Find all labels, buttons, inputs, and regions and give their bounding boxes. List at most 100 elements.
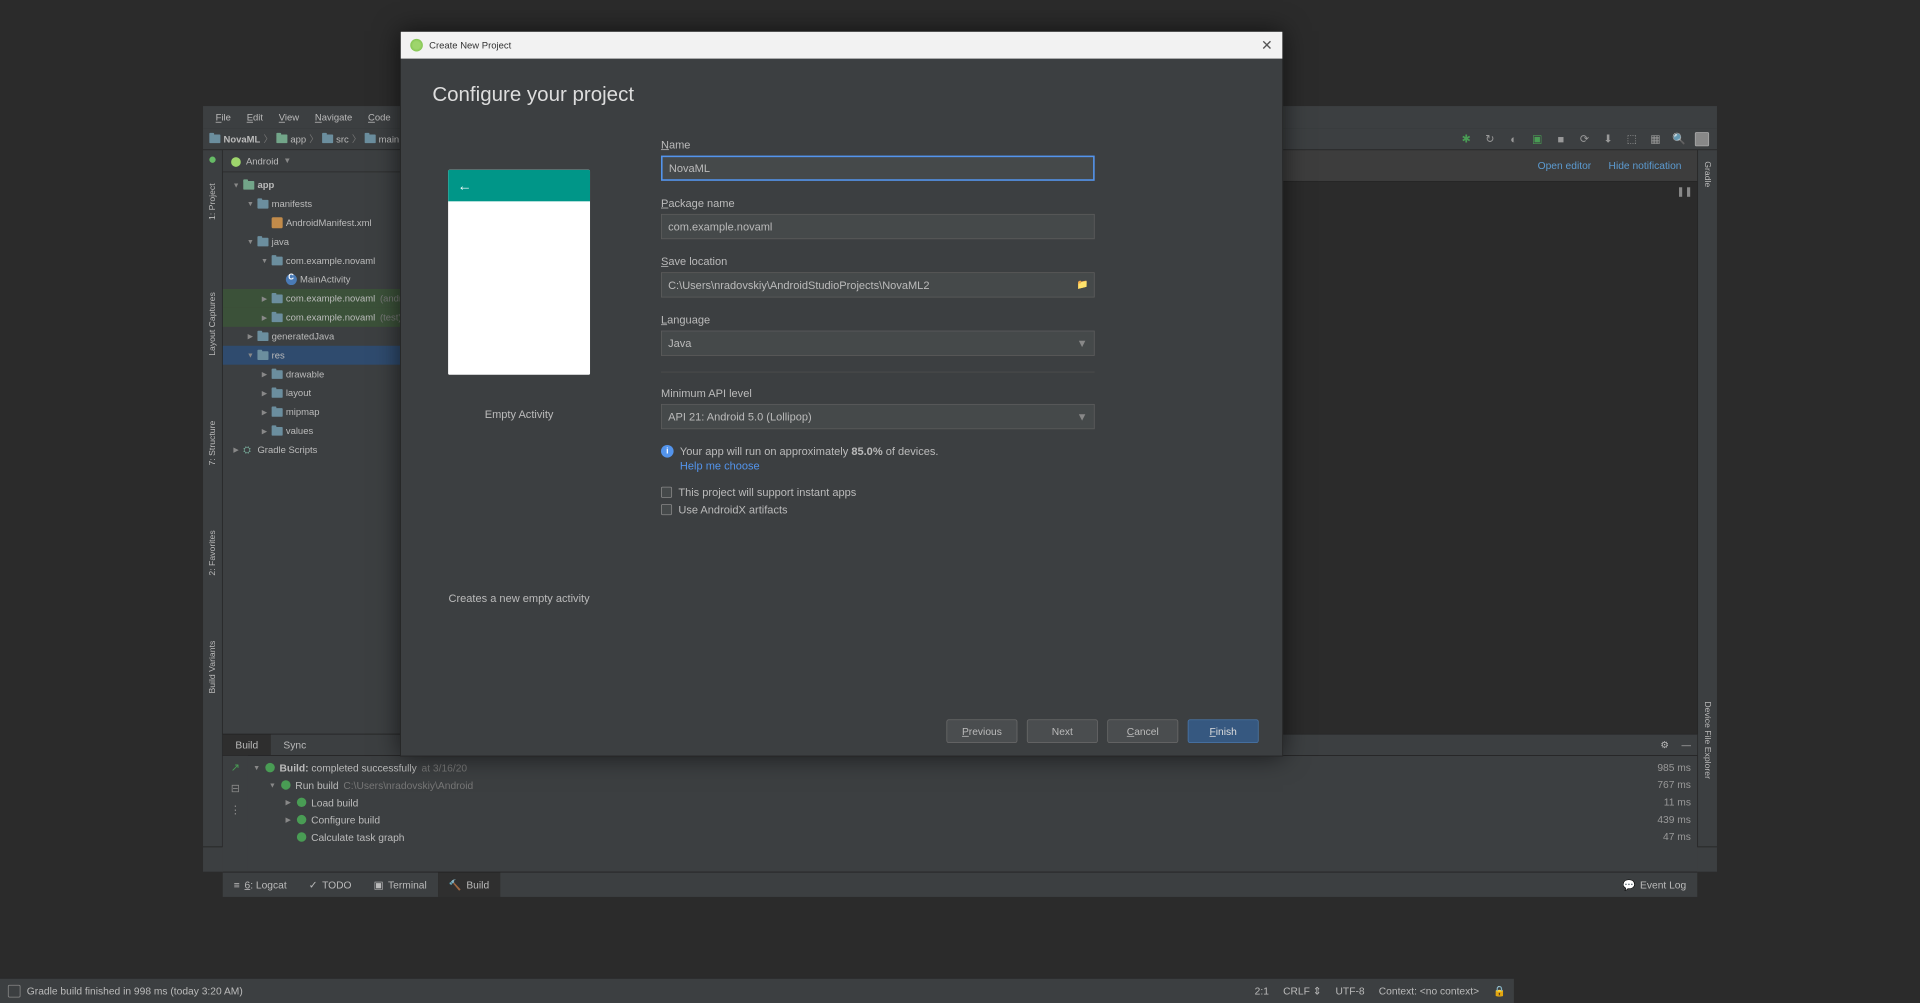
toolbar-actions: ✱ ↻ ◐ ▣ ■ ⟳ ⬇ ⬚ ▦ 🔍 bbox=[1458, 131, 1717, 147]
minimize-icon[interactable]: — bbox=[1675, 735, 1697, 756]
rerun-icon[interactable]: ↗ bbox=[231, 761, 240, 774]
dialog-heading: Configure your project bbox=[432, 82, 1250, 106]
module-icon bbox=[276, 134, 287, 143]
api-level-select[interactable]: API 21: Android 5.0 (Lollipop) ▼ bbox=[661, 404, 1095, 429]
bottom-tool-tabs: ≡6: Logcat ✓TODO ▣Terminal 🔨Build 💬Event… bbox=[223, 872, 1697, 897]
package-input[interactable] bbox=[661, 214, 1095, 239]
gradle-icon: ⛭ bbox=[243, 444, 254, 455]
left-tool-gutter: 1: Project Layout Captures 7: Structure … bbox=[203, 150, 223, 846]
project-view-label: Android bbox=[246, 155, 279, 166]
tab-project[interactable]: 1: Project bbox=[206, 179, 219, 225]
name-label: Name bbox=[661, 138, 1095, 151]
language-value: Java bbox=[668, 337, 691, 350]
save-location-input[interactable] bbox=[661, 272, 1095, 297]
build-output-row[interactable]: Load build bbox=[253, 794, 1638, 811]
build-tab-sync[interactable]: Sync bbox=[271, 735, 319, 756]
dialog-titlebar: Create New Project ✕ bbox=[401, 32, 1283, 59]
sdk-icon[interactable]: ⬇ bbox=[1600, 131, 1616, 147]
toolbar-icon[interactable]: ⟳ bbox=[1577, 131, 1593, 147]
instant-apps-checkbox[interactable]: This project will support instant apps bbox=[661, 486, 1095, 499]
toggle-icon[interactable]: ⊟ bbox=[231, 782, 240, 795]
browse-folder-icon[interactable]: 📁 bbox=[1077, 279, 1089, 290]
folder-icon bbox=[272, 256, 283, 265]
status-position[interactable]: 2:1 bbox=[1255, 984, 1269, 997]
build-output-row[interactable]: Configure build bbox=[253, 811, 1638, 828]
close-icon[interactable]: ✕ bbox=[1261, 37, 1273, 54]
toolbar-icon[interactable]: ⬚ bbox=[1624, 131, 1640, 147]
search-icon[interactable]: 🔍 bbox=[1671, 131, 1687, 147]
status-lock-icon[interactable]: 🔒 bbox=[1493, 984, 1506, 997]
status-dot-icon bbox=[209, 157, 215, 163]
gear-icon[interactable]: ⚙ bbox=[1654, 735, 1675, 756]
menu-edit[interactable]: Edit bbox=[239, 108, 271, 125]
divider bbox=[661, 372, 1095, 373]
api-info-text: i Your app will run on approximately 85.… bbox=[661, 445, 1095, 458]
build-output-row[interactable]: Calculate task graph bbox=[253, 828, 1638, 845]
tab-gradle[interactable]: Gradle bbox=[1701, 157, 1714, 193]
menu-code[interactable]: Code bbox=[360, 108, 398, 125]
pause-icon[interactable]: ❚❚ bbox=[1677, 186, 1693, 197]
dialog-window-title: Create New Project bbox=[429, 40, 511, 51]
folder-icon bbox=[272, 313, 283, 322]
status-context[interactable]: Context: <no context> bbox=[1379, 984, 1479, 997]
status-bar: Gradle build finished in 998 ms (today 3… bbox=[0, 978, 1514, 1003]
tool-windows-icon[interactable] bbox=[8, 984, 21, 997]
class-icon bbox=[286, 274, 297, 285]
checkbox-icon bbox=[661, 504, 672, 515]
status-encoding[interactable]: UTF-8 bbox=[1336, 984, 1365, 997]
structure-icon[interactable]: ▦ bbox=[1648, 131, 1664, 147]
cancel-button[interactable]: Cancel bbox=[1107, 719, 1178, 743]
language-select[interactable]: Java ▼ bbox=[661, 331, 1095, 356]
build-output-row[interactable]: Run build C:\Users\nradovskiy\Android bbox=[253, 776, 1638, 793]
finish-button[interactable]: Finish bbox=[1188, 719, 1259, 743]
sidebar-toggle-icon[interactable] bbox=[1695, 132, 1709, 146]
stop-icon[interactable]: ■ bbox=[1553, 131, 1569, 147]
breadcrumb-item[interactable]: app〉 bbox=[276, 132, 319, 145]
chevron-down-icon: ▼ bbox=[283, 157, 291, 166]
previous-button[interactable]: Previous bbox=[946, 719, 1017, 743]
more-icon[interactable]: ⋮ bbox=[230, 803, 241, 816]
next-button[interactable]: Next bbox=[1027, 719, 1098, 743]
tab-logcat[interactable]: ≡6: Logcat bbox=[223, 872, 298, 896]
avd-icon[interactable]: ▣ bbox=[1529, 131, 1545, 147]
api-level-label: Minimum API level bbox=[661, 387, 1095, 400]
breadcrumb-item[interactable]: NovaML〉 bbox=[209, 132, 273, 145]
tab-layout-captures[interactable]: Layout Captures bbox=[206, 288, 219, 361]
tab-event-log[interactable]: 💬Event Log bbox=[1612, 872, 1698, 896]
menu-view[interactable]: View bbox=[271, 108, 307, 125]
checkbox-icon bbox=[661, 487, 672, 498]
hide-notification-link[interactable]: Hide notification bbox=[1609, 160, 1682, 172]
bug-icon[interactable]: ✱ bbox=[1458, 131, 1474, 147]
right-tool-gutter: Gradle Device File Explorer bbox=[1697, 150, 1717, 846]
tab-todo[interactable]: ✓TODO bbox=[298, 872, 363, 896]
menu-file[interactable]: File bbox=[208, 108, 239, 125]
menu-navigate[interactable]: Navigate bbox=[307, 108, 360, 125]
build-tab-build[interactable]: Build bbox=[223, 735, 271, 756]
tab-build-variants[interactable]: Build Variants bbox=[206, 636, 219, 698]
checkbox-label: This project will support instant apps bbox=[678, 486, 856, 499]
build-output-tree[interactable]: Build: completed successfully at 3/16/20… bbox=[248, 756, 1642, 872]
tab-build-bottom[interactable]: 🔨Build bbox=[438, 872, 500, 896]
breadcrumb-item[interactable]: src〉 bbox=[322, 132, 361, 145]
folder-icon bbox=[272, 370, 283, 379]
androidx-checkbox[interactable]: Use AndroidX artifacts bbox=[661, 503, 1095, 516]
folder-icon bbox=[209, 134, 220, 143]
folder-icon bbox=[272, 408, 283, 417]
build-output-row[interactable]: Build: completed successfully at 3/16/20 bbox=[253, 759, 1638, 776]
status-line-sep[interactable]: CRLF ⇕ bbox=[1283, 984, 1321, 997]
tab-device-file-explorer[interactable]: Device File Explorer bbox=[1701, 697, 1714, 784]
sync-icon[interactable]: ↻ bbox=[1482, 131, 1498, 147]
chevron-down-icon: ▼ bbox=[1077, 337, 1088, 350]
tab-favorites[interactable]: 2: Favorites bbox=[206, 526, 219, 581]
folder-icon bbox=[257, 237, 268, 246]
profile-icon[interactable]: ◐ bbox=[1506, 131, 1522, 147]
folder-icon bbox=[257, 200, 268, 209]
tab-terminal[interactable]: ▣Terminal bbox=[363, 872, 438, 896]
folder-icon bbox=[257, 351, 268, 360]
open-editor-link[interactable]: Open editor bbox=[1538, 160, 1592, 172]
name-input[interactable] bbox=[661, 156, 1095, 181]
build-times-column: 985 ms767 ms11 ms439 ms47 ms bbox=[1642, 756, 1697, 872]
tab-structure[interactable]: 7: Structure bbox=[206, 416, 219, 470]
help-me-choose-link[interactable]: Help me choose bbox=[680, 459, 760, 472]
phone-preview: ← bbox=[448, 170, 590, 375]
